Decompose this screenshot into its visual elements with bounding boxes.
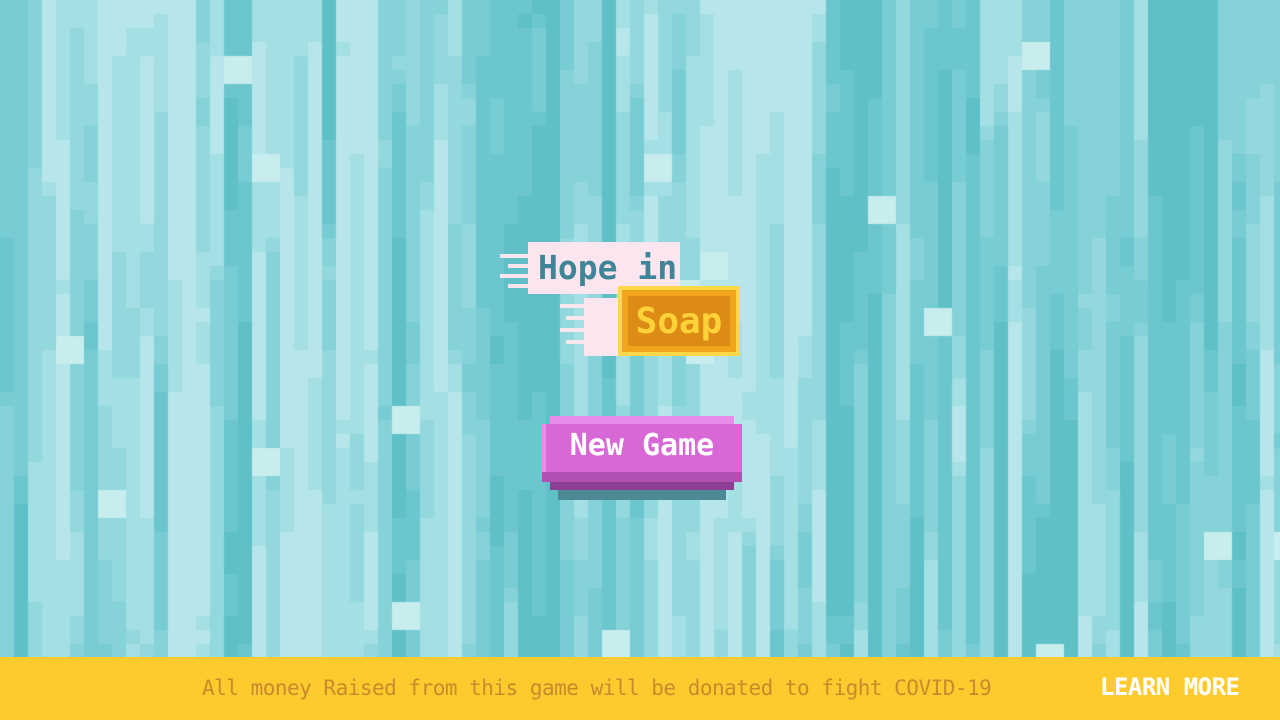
learn-more-link[interactable]: LEARN MORE (1100, 672, 1240, 702)
speed-line (500, 254, 530, 258)
speed-line (566, 316, 586, 320)
donation-message: All money Raised from this game will be … (202, 676, 992, 700)
new-game-button-label: New Game (569, 428, 715, 463)
logo-hope-text: Hope in (538, 248, 678, 287)
speed-line (560, 328, 586, 332)
logo-soap-trail (584, 298, 618, 356)
speed-line (566, 340, 586, 344)
speed-line (500, 274, 530, 278)
soap-bar-icon: Soap (618, 286, 740, 356)
new-game-button[interactable]: New Game (542, 416, 742, 492)
donation-banner: All money Raised from this game will be … (0, 657, 1280, 720)
soap-bar-face: Soap (628, 296, 730, 346)
speed-line (508, 264, 530, 268)
speed-line (508, 284, 530, 288)
speed-line (560, 304, 586, 308)
logo-soap-text: Soap (635, 301, 723, 342)
game-logo: Hope in Soap (498, 240, 748, 365)
